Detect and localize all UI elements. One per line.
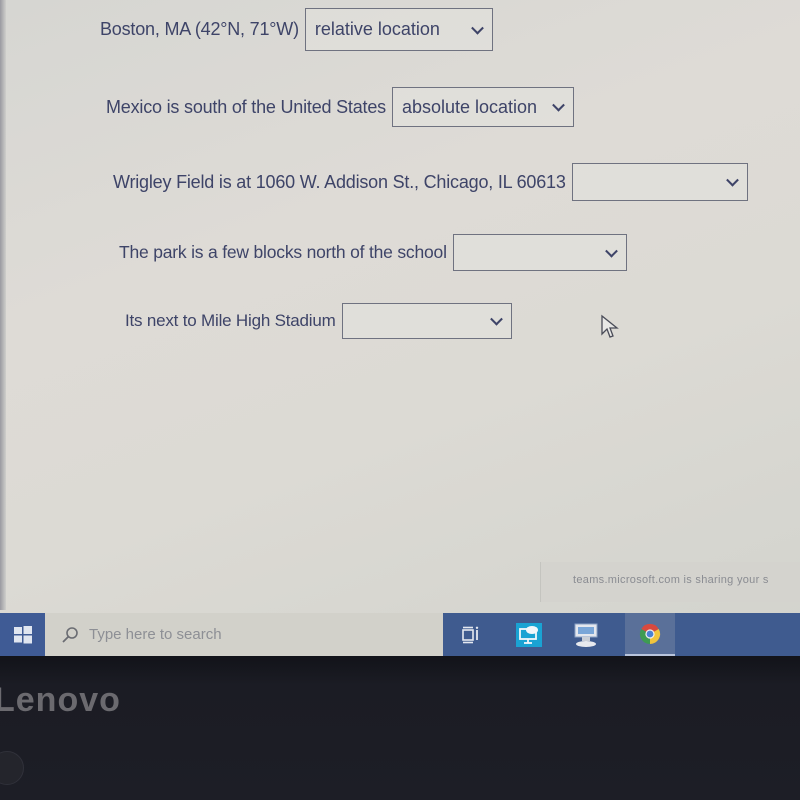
- remote-desktop-icon: [516, 622, 542, 647]
- task-view-button[interactable]: [451, 613, 491, 656]
- answer-dropdown[interactable]: [341, 303, 512, 339]
- question-prompt: Wrigley Field is at 1060 W. Addison St.,…: [113, 171, 566, 192]
- chevron-down-icon: [471, 21, 484, 35]
- question-prompt: The park is a few blocks north of the sc…: [119, 242, 447, 262]
- computer-app-button[interactable]: [563, 613, 609, 656]
- answer-dropdown[interactable]: [571, 163, 748, 201]
- windows-icon: [13, 625, 32, 643]
- answer-dropdown[interactable]: relative location: [304, 8, 493, 51]
- chevron-down-icon: [552, 98, 565, 112]
- taskbar-search-input[interactable]: Type here to search: [45, 613, 443, 656]
- screen: Boston, MA (42°N, 71°W) relative locatio…: [0, 0, 800, 660]
- task-view-icon: [462, 626, 479, 643]
- chrome-icon: [639, 623, 661, 644]
- remote-desktop-button[interactable]: [509, 613, 549, 656]
- question-prompt: Boston, MA (42°N, 71°W): [100, 19, 299, 39]
- dropdown-value: absolute location: [401, 96, 538, 117]
- question-prompt: Mexico is south of the United States: [106, 96, 386, 117]
- question-row: Wrigley Field is at 1060 W. Addison St.,…: [113, 163, 748, 201]
- computer-icon: [574, 623, 598, 647]
- chevron-down-icon: [725, 173, 739, 187]
- question-row: The park is a few blocks north of the sc…: [119, 234, 627, 271]
- laptop-bezel: Lenovo: [0, 656, 800, 800]
- mouse-cursor-icon: [601, 314, 619, 338]
- brand-logo: Lenovo: [0, 681, 121, 719]
- start-button[interactable]: [0, 613, 45, 656]
- chevron-down-icon: [604, 244, 618, 258]
- dropdown-value: relative location: [314, 19, 440, 39]
- screen-sharing-banner: teams.microsoft.com is sharing your s: [540, 562, 800, 602]
- chevron-down-icon: [489, 312, 503, 326]
- window-edge: [0, 0, 6, 610]
- question-row: Boston, MA (42°N, 71°W) relative locatio…: [100, 8, 493, 51]
- chrome-button[interactable]: [625, 613, 675, 656]
- search-icon: [62, 626, 78, 643]
- answer-dropdown[interactable]: [452, 234, 627, 271]
- question-row: Mexico is south of the United States abs…: [106, 87, 574, 127]
- question-prompt: Its next to Mile High Stadium: [125, 311, 336, 330]
- answer-dropdown[interactable]: absolute location: [391, 87, 574, 127]
- taskbar: Type here to search: [0, 613, 800, 656]
- question-row: Its next to Mile High Stadium: [125, 303, 512, 339]
- bezel-button: [0, 751, 24, 785]
- taskbar-apps: [443, 613, 800, 656]
- search-placeholder: Type here to search: [89, 626, 222, 643]
